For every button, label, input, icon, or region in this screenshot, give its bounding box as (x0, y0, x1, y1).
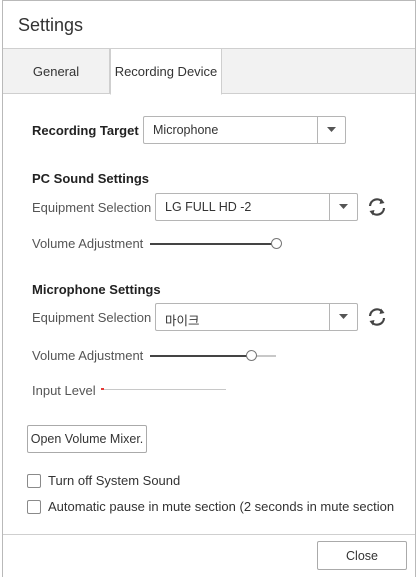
recording-target-value: Microphone (153, 123, 219, 137)
mic-volume-slider[interactable] (150, 350, 276, 362)
pc-equipment-label: Equipment Selection (32, 200, 152, 215)
chevron-down-icon[interactable] (329, 194, 357, 220)
turn-off-system-sound-option[interactable]: Turn off System Sound (27, 473, 180, 488)
dialog-title: Settings (18, 15, 84, 35)
slider-fill (150, 243, 276, 245)
pc-volume-slider[interactable] (150, 238, 282, 250)
pc-volume-label: Volume Adjustment (32, 236, 144, 251)
open-volume-mixer-button[interactable]: Open Volume Mixer. (27, 425, 147, 453)
auto-pause-checkbox[interactable] (27, 499, 41, 514)
tab-recording-device[interactable]: Recording Device (110, 48, 222, 95)
recording-target-label: Recording Target (32, 123, 139, 138)
mic-equipment-select[interactable]: 마이크 (155, 303, 358, 331)
settings-dialog: Settings General Recording Device Record… (2, 0, 416, 577)
dialog-footer: Close (3, 534, 415, 577)
slider-thumb[interactable] (246, 350, 257, 361)
chevron-down-icon[interactable] (317, 117, 345, 143)
tab-bar: General Recording Device (3, 48, 415, 95)
mic-volume-label: Volume Adjustment (32, 348, 144, 363)
input-level-label: Input Level (32, 383, 96, 398)
tab-content: Recording Target Microphone PC Sound Set… (3, 94, 415, 534)
refresh-icon[interactable] (366, 196, 388, 218)
pc-equipment-value: LG FULL HD -2 (165, 200, 252, 214)
level-track (101, 389, 226, 390)
recording-target-select[interactable]: Microphone (143, 116, 346, 144)
chevron-down-icon[interactable] (329, 304, 357, 330)
close-button[interactable]: Close (317, 541, 407, 570)
slider-thumb[interactable] (271, 238, 282, 249)
auto-pause-label: Automatic pause in mute section (2 secon… (48, 499, 395, 514)
tab-general[interactable]: General (3, 48, 110, 94)
turn-off-system-sound-label: Turn off System Sound (48, 473, 181, 488)
mic-heading: Microphone Settings (32, 282, 161, 297)
auto-pause-option[interactable]: Automatic pause in mute section (2 secon… (27, 499, 394, 514)
pc-sound-heading: PC Sound Settings (32, 171, 149, 186)
turn-off-system-sound-checkbox[interactable] (27, 473, 41, 488)
mic-equipment-label: Equipment Selection (32, 310, 152, 325)
input-level-meter (101, 386, 226, 394)
slider-fill (150, 355, 251, 357)
refresh-icon[interactable] (366, 306, 388, 328)
level-fill (101, 388, 104, 390)
pc-equipment-select[interactable]: LG FULL HD -2 (155, 193, 358, 221)
mic-equipment-value: 마이크 (165, 314, 200, 328)
